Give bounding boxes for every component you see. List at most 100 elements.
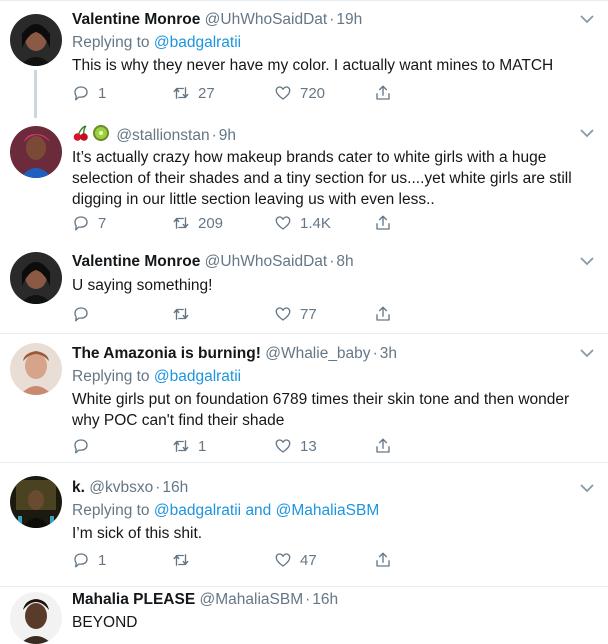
retweet-count: 209 bbox=[198, 214, 224, 232]
reply-button[interactable] bbox=[72, 436, 98, 456]
mention-link[interactable]: @badgalratii bbox=[154, 34, 241, 51]
avatar[interactable] bbox=[10, 14, 62, 66]
reply-count: 1 bbox=[98, 84, 107, 102]
user-handle[interactable]: @stallionstan bbox=[116, 127, 209, 144]
user-name[interactable]: The Amazonia is burning! bbox=[72, 345, 261, 362]
reply-and-text: and bbox=[245, 502, 272, 519]
user-name[interactable]: k. bbox=[72, 479, 85, 496]
timestamp[interactable]: 16h bbox=[312, 591, 338, 608]
timestamp[interactable]: 3h bbox=[380, 345, 397, 362]
separator: · bbox=[305, 591, 311, 608]
replying-to: Replying to @badgalratii and @MahaliaSBM bbox=[72, 502, 380, 519]
avatar[interactable] bbox=[10, 343, 62, 395]
tweet-header: k. @kvbsxo · 16h bbox=[72, 478, 588, 498]
reply-icon bbox=[74, 553, 88, 568]
separator: · bbox=[155, 479, 161, 496]
user-handle[interactable]: @kvbsxo bbox=[89, 479, 153, 496]
chevron-down-icon[interactable] bbox=[580, 483, 594, 493]
like-button[interactable]: 77 bbox=[274, 304, 317, 324]
tweet-text: BEYOND bbox=[72, 614, 138, 631]
tweet-text: U saying something! bbox=[72, 277, 213, 294]
retweet-button[interactable] bbox=[172, 550, 198, 570]
tweet[interactable]: k. @kvbsxo · 16h Replying to @badgalratii … bbox=[0, 463, 608, 587]
tweet-text: It’s actually crazy how makeup brands ca… bbox=[72, 149, 572, 208]
heart-icon bbox=[275, 216, 291, 230]
retweet-button[interactable]: 1 bbox=[172, 436, 206, 456]
mention-link[interactable]: @MahaliaSBM bbox=[276, 502, 380, 519]
retweet-button[interactable]: 209 bbox=[172, 213, 223, 233]
mention-link[interactable]: @badgalratii bbox=[154, 368, 241, 385]
like-button[interactable]: 1.4K bbox=[274, 213, 331, 233]
chevron-down-icon[interactable] bbox=[580, 256, 594, 266]
user-name[interactable]: Valentine Monroe bbox=[72, 253, 200, 270]
user-name[interactable]: Valentine Monroe bbox=[72, 11, 200, 28]
tweet-header: Mahalia PLEASE @MahaliaSBM · 16h bbox=[72, 590, 588, 610]
tweet[interactable]: Valentine Monroe @UhWhoSaidDat · 19h Reply… bbox=[0, 0, 608, 118]
user-handle[interactable]: @Whalie_baby bbox=[265, 345, 370, 362]
retweet-button[interactable] bbox=[172, 304, 198, 324]
tweet-actions: 1 27 720 bbox=[72, 83, 412, 103]
share-button[interactable] bbox=[374, 436, 392, 456]
tweet[interactable]: The Amazonia is burning! @Whalie_baby · 3h… bbox=[0, 334, 608, 463]
cherries-icon bbox=[72, 124, 90, 148]
separator: · bbox=[372, 345, 378, 362]
share-icon bbox=[376, 306, 390, 321]
mention-link[interactable]: @badgalratii bbox=[154, 502, 241, 519]
separator: · bbox=[329, 11, 335, 28]
user-handle[interactable]: @UhWhoSaidDat bbox=[205, 253, 328, 270]
share-button[interactable] bbox=[374, 83, 392, 103]
timestamp[interactable]: 8h bbox=[336, 253, 353, 270]
like-button[interactable]: 47 bbox=[274, 550, 317, 570]
retweet-count: 27 bbox=[198, 84, 215, 102]
share-icon bbox=[376, 85, 390, 100]
user-name[interactable]: Mahalia PLEASE bbox=[72, 591, 195, 608]
timestamp[interactable]: 9h bbox=[219, 127, 236, 144]
like-count: 47 bbox=[300, 551, 317, 569]
separator: · bbox=[329, 253, 335, 270]
timestamp[interactable]: 19h bbox=[336, 11, 362, 28]
tweet-header: Valentine Monroe @UhWhoSaidDat · 19h bbox=[72, 10, 588, 30]
tweet-actions: 1 13 bbox=[72, 436, 412, 456]
separator: · bbox=[211, 127, 217, 145]
reply-button[interactable]: 1 bbox=[72, 83, 106, 103]
thread-line bbox=[34, 70, 37, 118]
tweet[interactable]: Valentine Monroe @UhWhoSaidDat · 8h U sayi… bbox=[0, 246, 608, 334]
tweet[interactable]: Mahalia PLEASE @MahaliaSBM · 16h BEYOND bbox=[0, 587, 608, 644]
reply-icon bbox=[74, 307, 88, 322]
tweet-actions: 77 bbox=[72, 304, 412, 324]
reply-icon bbox=[74, 86, 88, 101]
reply-icon bbox=[74, 439, 88, 454]
timestamp[interactable]: 16h bbox=[162, 479, 188, 496]
retweet-icon bbox=[173, 87, 189, 99]
like-button[interactable]: 13 bbox=[274, 436, 317, 456]
avatar[interactable] bbox=[10, 252, 62, 304]
user-handle[interactable]: @UhWhoSaidDat bbox=[205, 11, 328, 28]
like-button[interactable]: 720 bbox=[274, 83, 325, 103]
retweet-count: 1 bbox=[198, 437, 207, 455]
retweet-icon bbox=[173, 554, 189, 566]
reply-icon bbox=[74, 216, 88, 231]
chevron-down-icon[interactable] bbox=[580, 128, 594, 138]
avatar[interactable] bbox=[10, 476, 62, 528]
avatar[interactable] bbox=[10, 126, 62, 178]
tweet-text: This is why they never have my color. I … bbox=[72, 57, 554, 74]
avatar[interactable] bbox=[10, 592, 62, 644]
tweet-header: Valentine Monroe @UhWhoSaidDat · 8h bbox=[72, 252, 588, 272]
heart-icon bbox=[275, 86, 291, 100]
share-button[interactable] bbox=[374, 304, 392, 324]
tweet[interactable]: @stallionstan · 9h It’s actually crazy how… bbox=[0, 118, 608, 246]
reply-button[interactable] bbox=[72, 304, 98, 324]
reply-button[interactable]: 7 bbox=[72, 213, 106, 233]
reply-button[interactable]: 1 bbox=[72, 550, 106, 570]
like-count: 13 bbox=[300, 437, 317, 455]
chevron-down-icon[interactable] bbox=[580, 348, 594, 358]
retweet-button[interactable]: 27 bbox=[172, 83, 215, 103]
retweet-icon bbox=[173, 217, 189, 229]
chevron-down-icon[interactable] bbox=[580, 14, 594, 24]
user-handle[interactable]: @MahaliaSBM bbox=[200, 591, 304, 608]
share-button[interactable] bbox=[374, 550, 392, 570]
share-icon bbox=[376, 438, 390, 453]
tweet-header: @stallionstan · 9h bbox=[72, 124, 588, 144]
share-button[interactable] bbox=[374, 213, 392, 233]
heart-icon bbox=[275, 307, 291, 321]
